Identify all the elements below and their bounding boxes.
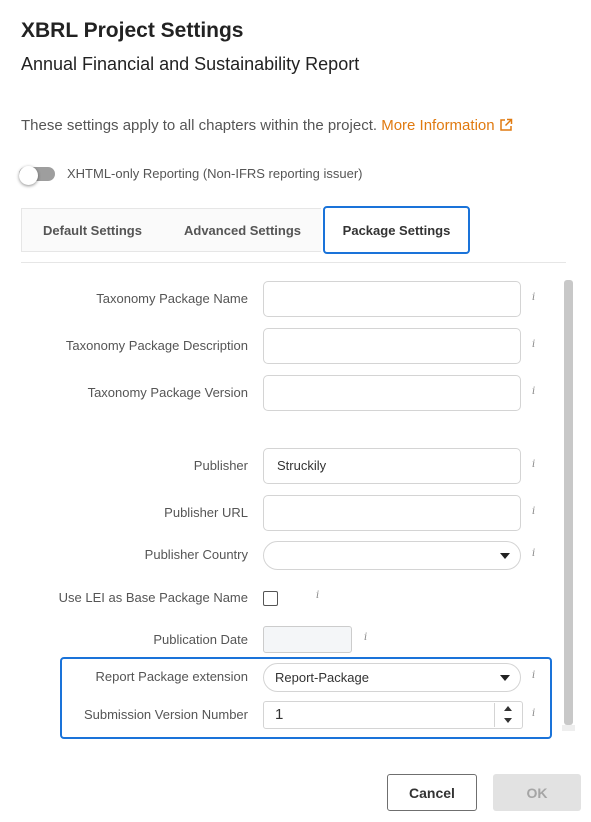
taxonomy-package-name-label: Taxonomy Package Name (96, 291, 248, 306)
decrement-button[interactable] (494, 715, 520, 727)
publisher-info-icon[interactable]: i (532, 459, 535, 470)
publisher-country-select[interactable] (263, 541, 521, 570)
publisher-label: Publisher (193, 458, 248, 473)
chevron-down-icon (500, 553, 510, 559)
more-information-label: More Information (381, 117, 495, 134)
taxonomy-package-name-input[interactable] (263, 281, 521, 317)
publisher-url-info-icon[interactable]: i (532, 506, 535, 517)
arrow-down-icon (504, 718, 512, 723)
xhtml-only-toggle-label: XHTML-only Reporting (Non-IFRS reporting… (67, 166, 363, 181)
intro-text-row: These settings apply to all chapters wit… (21, 117, 513, 134)
publisher-country-info-icon[interactable]: i (532, 548, 535, 559)
publisher-input[interactable]: Struckily (263, 448, 521, 484)
submission-version-number-value: 1 (275, 706, 284, 723)
taxonomy-package-description-input[interactable] (263, 328, 521, 364)
taxonomy-package-version-input[interactable] (263, 375, 521, 411)
tab-advanced-settings[interactable]: Advanced Settings (184, 223, 301, 238)
tab-package-settings[interactable]: Package Settings (323, 206, 470, 254)
report-package-extension-label: Report Package extension (95, 669, 248, 684)
increment-button[interactable] (494, 703, 520, 715)
intro-text: These settings apply to all chapters wit… (21, 117, 378, 134)
chevron-down-icon (500, 675, 510, 681)
external-link-icon (499, 118, 512, 131)
xhtml-only-toggle[interactable] (19, 166, 55, 185)
submission-version-number-label: Submission Version Number (83, 707, 248, 722)
scrollbar-thumb[interactable] (564, 280, 573, 725)
taxonomy-package-version-label: Taxonomy Package Version (87, 385, 248, 400)
submission-version-number-input[interactable]: 1 (263, 701, 523, 729)
tab-package-settings-label: Package Settings (342, 222, 451, 238)
use-lei-checkbox[interactable] (263, 591, 278, 606)
taxonomy-package-description-label: Taxonomy Package Description (65, 338, 248, 353)
publisher-country-label: Publisher Country (144, 547, 248, 562)
publication-date-label: Publication Date (153, 632, 248, 647)
ok-button[interactable]: OK (493, 774, 581, 811)
report-package-extension-value: Report-Package (275, 670, 369, 685)
publisher-url-input[interactable] (263, 495, 521, 531)
dialog-title: XBRL Project Settings (21, 19, 244, 42)
taxonomy-package-version-info-icon[interactable]: i (532, 386, 535, 397)
use-lei-info-icon[interactable]: i (316, 590, 319, 601)
scrollbar-track-end (562, 725, 575, 731)
submission-version-number-info-icon[interactable]: i (532, 708, 535, 719)
report-package-extension-info-icon[interactable]: i (532, 670, 535, 681)
toggle-knob (19, 166, 38, 185)
cancel-button[interactable]: Cancel (387, 774, 477, 811)
publication-date-input[interactable] (263, 626, 352, 653)
more-information-link[interactable]: More Information (381, 117, 512, 134)
tab-divider (21, 262, 566, 263)
dialog-subtitle: Annual Financial and Sustainability Repo… (21, 54, 360, 74)
report-package-extension-select[interactable]: Report-Package (263, 663, 521, 692)
use-lei-label: Use LEI as Base Package Name (58, 590, 248, 605)
settings-tab-bar: Default Settings Advanced Settings (21, 208, 321, 252)
taxonomy-package-description-info-icon[interactable]: i (532, 339, 535, 350)
tab-default-settings[interactable]: Default Settings (43, 223, 142, 238)
publisher-url-label: Publisher URL (164, 505, 248, 520)
taxonomy-package-name-info-icon[interactable]: i (532, 292, 535, 303)
publication-date-info-icon[interactable]: i (364, 632, 367, 643)
arrow-up-icon (504, 706, 512, 711)
